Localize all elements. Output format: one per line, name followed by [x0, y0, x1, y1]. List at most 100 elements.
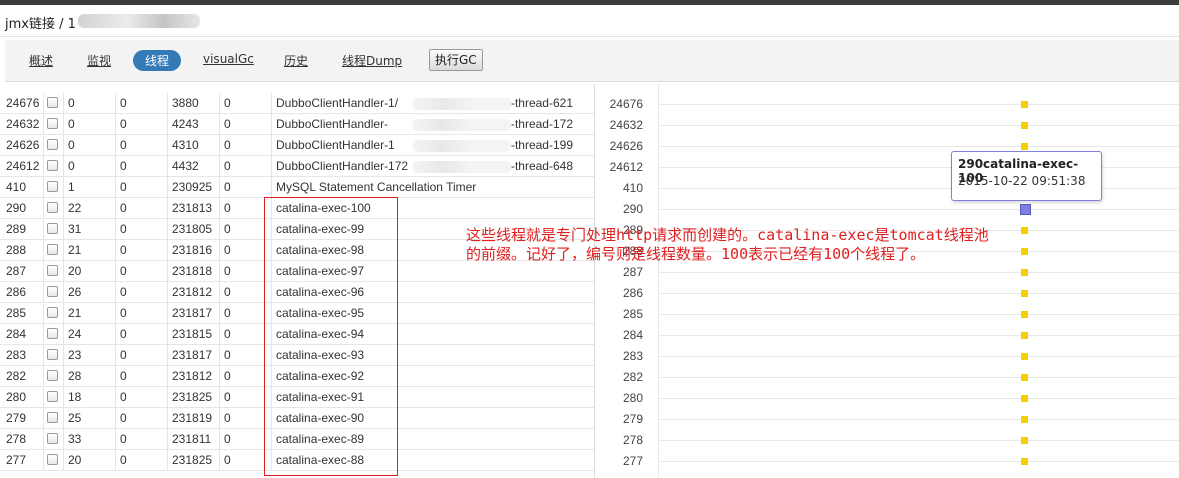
row-checkbox-cell: [43, 198, 63, 219]
thread-col-a: 20: [63, 261, 115, 282]
row-checkbox[interactable]: [47, 265, 58, 277]
timeline-marker[interactable]: [1021, 101, 1028, 108]
timeline-row-line: [658, 335, 1179, 336]
annotation-note: 这些线程就是专门处理http请求而创建的。catalina-exec是tomca…: [466, 226, 1179, 264]
thread-col-c: 4243: [167, 114, 219, 135]
thread-col-b: 0: [115, 261, 167, 282]
row-checkbox[interactable]: [47, 370, 58, 382]
timeline-thread-id: 285: [622, 307, 643, 321]
thread-col-a: 23: [63, 345, 115, 366]
thread-id: 24612: [6, 159, 40, 173]
timeline-row-line: [658, 209, 1179, 210]
thread-id: 24626: [6, 138, 40, 152]
thread-id: 282: [6, 369, 27, 383]
row-checkbox[interactable]: [47, 244, 58, 256]
timeline-marker[interactable]: [1021, 332, 1028, 339]
tab-history[interactable]: 历史: [284, 52, 308, 69]
timeline-row: 280: [596, 388, 1179, 409]
table-row[interactable]: 410 1 0 230925 0 MySQL Statement Cancellation…: [0, 177, 594, 198]
timeline-marker[interactable]: [1021, 353, 1028, 360]
timeline-marker[interactable]: [1021, 122, 1028, 129]
row-checkbox[interactable]: [47, 223, 58, 235]
thread-name-suffix: -thread-199: [510, 138, 573, 152]
timeline-marker[interactable]: [1021, 374, 1028, 381]
row-checkbox-cell: [43, 429, 63, 450]
table-row[interactable]: 24676 0 0 3880 0 DubboClientHandler-1/-thread…: [0, 93, 594, 114]
thread-id: 280: [6, 390, 27, 404]
row-checkbox[interactable]: [47, 181, 58, 193]
row-checkbox[interactable]: [47, 412, 58, 424]
timeline-thread-id: 284: [622, 328, 643, 342]
row-checkbox[interactable]: [47, 307, 58, 319]
redacted-text: [412, 161, 512, 173]
thread-name: MySQL Statement Cancellation Timer: [276, 180, 477, 194]
row-checkbox[interactable]: [47, 202, 58, 214]
timeline-row-line: [658, 146, 1179, 147]
tab-overview[interactable]: 概述: [29, 52, 53, 69]
row-checkbox[interactable]: [47, 454, 58, 466]
timeline-marker[interactable]: [1021, 290, 1028, 297]
thread-col-b: 0: [115, 219, 167, 240]
table-row[interactable]: 24632 0 0 4243 0 DubboClientHandler- -thread-1…: [0, 114, 594, 135]
timeline-marker[interactable]: [1021, 437, 1028, 444]
thread-col-b: 0: [115, 324, 167, 345]
thread-id: 279: [6, 411, 27, 425]
row-checkbox[interactable]: [47, 349, 58, 361]
thread-name-suffix: -thread-172: [510, 117, 573, 131]
timeline-row-line: [658, 314, 1179, 315]
row-checkbox[interactable]: [47, 139, 58, 151]
timeline-marker[interactable]: [1021, 311, 1028, 318]
row-checkbox[interactable]: [47, 286, 58, 298]
timeline-marker[interactable]: [1021, 416, 1028, 423]
thread-col-b: 0: [115, 303, 167, 324]
row-checkbox[interactable]: [47, 433, 58, 445]
thread-col-c: 231817: [167, 345, 219, 366]
thread-col-c: 231825: [167, 387, 219, 408]
timeline-thread-id: 24612: [609, 160, 643, 174]
timeline-thread-id: 290: [622, 202, 643, 216]
row-checkbox-cell: [43, 408, 63, 429]
tab-threads[interactable]: 线程: [133, 50, 182, 71]
row-checkbox[interactable]: [47, 97, 58, 109]
thread-name-suffix: -thread-621: [510, 96, 573, 110]
thread-id: 285: [6, 306, 27, 320]
thread-name-cell: DubboClientHandler-1 -thread-199: [271, 135, 594, 156]
timeline-row-line: [658, 293, 1179, 294]
timeline-marker[interactable]: [1021, 458, 1028, 465]
thread-col-b: 0: [115, 198, 167, 219]
timeline-row: 285: [596, 304, 1179, 325]
row-checkbox[interactable]: [47, 160, 58, 172]
tooltip-time: 2015-10-22 09:51:38: [958, 174, 1086, 188]
thread-col-a: 22: [63, 198, 115, 219]
table-row[interactable]: 24626 0 0 4310 0 DubboClientHandler-1 -thread-…: [0, 135, 594, 156]
timeline-thread-id: 278: [622, 433, 643, 447]
timeline-thread-id: 279: [622, 412, 643, 426]
thread-col-a: 20: [63, 450, 115, 471]
timeline-marker[interactable]: [1021, 395, 1028, 402]
timeline-marker-selected[interactable]: [1020, 204, 1031, 215]
thread-col-c: 231813: [167, 198, 219, 219]
timeline-thread-id: 24632: [609, 118, 643, 132]
row-checkbox[interactable]: [47, 118, 58, 130]
tab-thread-dump[interactable]: 线程Dump: [342, 52, 402, 69]
thread-col-a: 21: [63, 240, 115, 261]
tab-monitor[interactable]: 监视: [87, 52, 111, 69]
timeline-row: 277: [596, 451, 1179, 472]
thread-col-d: 0: [219, 93, 271, 114]
row-checkbox[interactable]: [47, 328, 58, 340]
timeline-marker[interactable]: [1021, 269, 1028, 276]
row-checkbox-cell: [43, 219, 63, 240]
thread-name-cell: DubboClientHandler- -thread-172: [271, 114, 594, 135]
thread-col-b: 0: [115, 240, 167, 261]
row-checkbox[interactable]: [47, 391, 58, 403]
table-row[interactable]: 24612 0 0 4432 0 DubboClientHandler-172 -threa…: [0, 156, 594, 177]
tab-visualgc[interactable]: visualGc: [203, 52, 254, 66]
thread-name: DubboClientHandler-1/: [276, 96, 399, 110]
thread-col-c: 231825: [167, 450, 219, 471]
timeline-row: 278: [596, 430, 1179, 451]
thread-id: 289: [6, 222, 27, 236]
thread-id: 288: [6, 243, 27, 257]
thread-name-cell: MySQL Statement Cancellation Timer: [271, 177, 594, 198]
timeline-marker[interactable]: [1021, 143, 1028, 150]
run-gc-button[interactable]: 执行GC: [429, 49, 483, 71]
